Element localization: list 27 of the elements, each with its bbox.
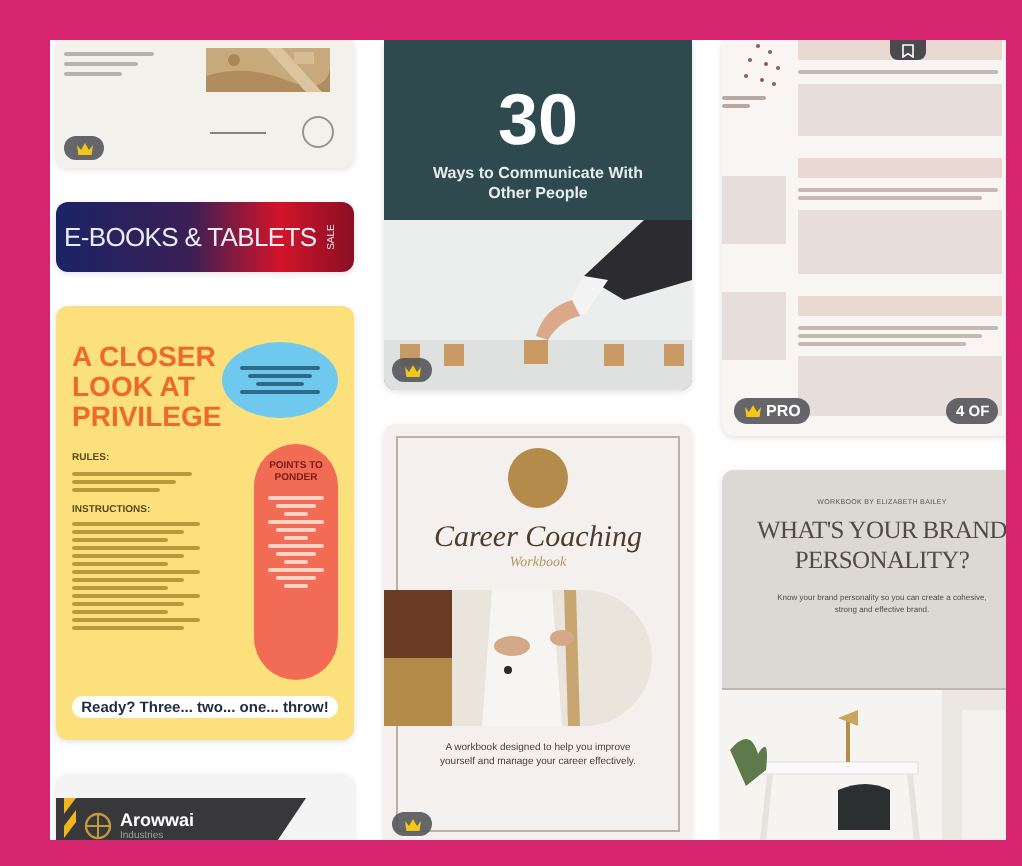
seal-icon (508, 448, 568, 508)
workbook-title: Career Coaching (433, 524, 643, 554)
dots-pattern-icon (744, 44, 782, 88)
brand-name: Arowwai (120, 811, 195, 829)
color-swatch (384, 658, 452, 726)
answer-box (722, 176, 786, 244)
template-card[interactable]: 30 Ways to Communicate With Other People (384, 40, 692, 390)
template-card[interactable] (56, 40, 354, 168)
answer-box (722, 292, 786, 360)
poster-title: A CLOSER LOOK AT PRIVILEGE (72, 342, 216, 432)
globe-logo-icon (84, 812, 112, 840)
cover-number: 30 (497, 84, 579, 156)
banner-title: E-BOOKS & TABLETS (64, 224, 317, 250)
crown-icon (75, 141, 93, 155)
stamp-icon (302, 116, 334, 148)
crown-icon (403, 817, 421, 831)
cover-title: Ways to Communicate With Other People (431, 164, 645, 204)
bookmark-icon (902, 43, 914, 57)
striped-corner-icon (64, 798, 76, 840)
divider-line (210, 131, 266, 133)
color-swatch (384, 590, 452, 658)
bookmark-button[interactable] (890, 40, 926, 60)
crown-icon (744, 404, 762, 418)
text-lines (64, 52, 154, 76)
brand-title: WHAT'S YOUR BRAND PERSONALITY? (755, 516, 1006, 577)
crown-icon (403, 363, 421, 377)
pro-badge: PRO (734, 398, 811, 424)
